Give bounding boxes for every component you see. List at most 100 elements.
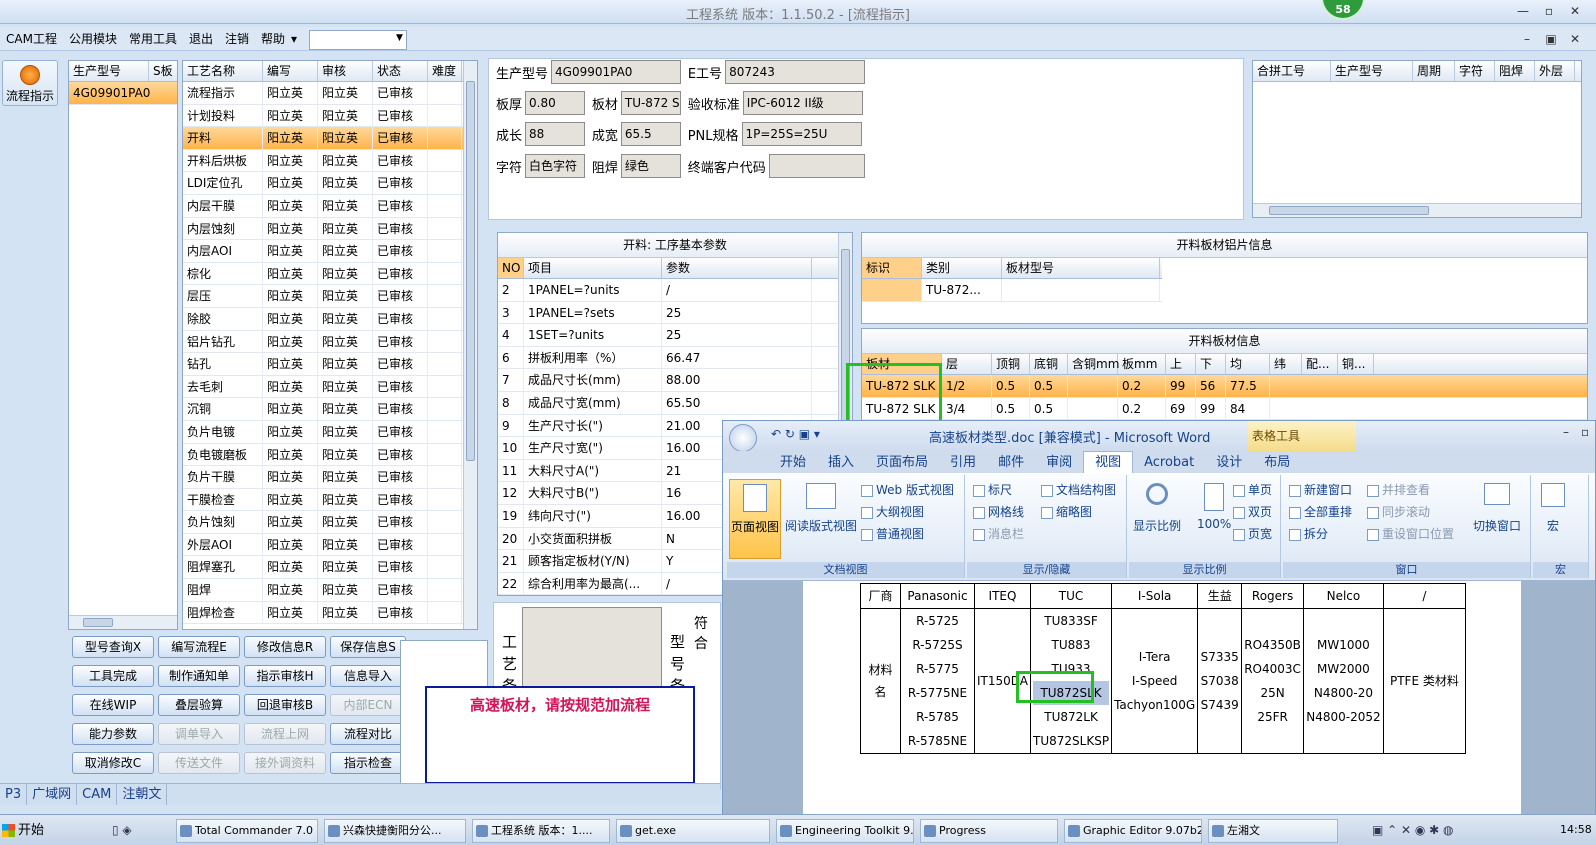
table-row[interactable]: 负片蚀刻 阳立英 阳立英 已审核 xyxy=(183,511,477,534)
board-col-header[interactable]: 底铜 xyxy=(1030,354,1068,374)
draft-button[interactable]: 普通视图 xyxy=(861,525,924,542)
office-button-icon[interactable] xyxy=(729,424,757,452)
table-row[interactable]: 3 1PANEL=?sets 25 xyxy=(498,301,852,325)
maximize-button[interactable]: ▫ xyxy=(1540,3,1558,19)
flow-instruction-button[interactable]: 流程指示 xyxy=(2,60,58,106)
page-width-button[interactable]: 页宽 xyxy=(1233,525,1272,542)
menu-exit[interactable]: 退出 xyxy=(183,27,219,51)
new-window-button[interactable]: 新建窗口 xyxy=(1289,481,1352,498)
board-col-header[interactable]: 含铜mm xyxy=(1068,354,1119,374)
table-row[interactable]: 干膜检查 阳立英 阳立英 已审核 xyxy=(183,488,477,512)
action-button[interactable]: 内部ECN xyxy=(330,694,406,716)
table-row[interactable]: 流程指示 阳立英 阳立英 已审核 xyxy=(183,82,477,105)
board-col-header[interactable]: 上 xyxy=(1166,354,1196,374)
ribbon-tab-5[interactable]: 审阅 xyxy=(1035,452,1083,474)
zoom-button[interactable]: 显示比例 xyxy=(1133,483,1181,534)
scroll-thumb[interactable] xyxy=(1269,206,1429,215)
col-mark[interactable]: 标识 xyxy=(862,258,922,278)
board-col-header[interactable]: 铜... xyxy=(1338,354,1374,374)
action-button[interactable]: 回退审核B xyxy=(244,694,326,716)
outline-button[interactable]: 大纲视图 xyxy=(861,503,924,520)
legend-field[interactable]: 白色字符 xyxy=(525,154,586,178)
table-row[interactable]: 沉铜 阳立英 阳立英 已审核 xyxy=(183,398,477,421)
table-row[interactable]: 铝片钻孔 阳立英 阳立英 已审核 xyxy=(183,330,477,354)
col-model[interactable]: 生产型号 xyxy=(69,61,149,81)
action-button[interactable]: 型号查询X xyxy=(72,636,154,658)
col-merge-cycle[interactable]: 周期 xyxy=(1413,61,1455,81)
close-button[interactable]: ✕ xyxy=(1566,3,1584,19)
web-layout-button[interactable]: Web 版式视图 xyxy=(861,481,954,498)
board-col-header[interactable]: 顶铜 xyxy=(992,354,1030,374)
table-row[interactable]: 开料后烘板 阳立英 阳立英 已审核 xyxy=(183,149,477,173)
quick-access-icons[interactable]: ↶ ↻ ▣ ▾ xyxy=(771,427,820,441)
reading-layout-button[interactable]: 阅读版式视图 xyxy=(785,483,857,534)
print-layout-button[interactable]: 页面视图 xyxy=(729,479,781,559)
col-author[interactable]: 编写 xyxy=(263,61,318,81)
action-button[interactable]: 修改信息R xyxy=(244,636,326,658)
action-button[interactable]: 在线WIP xyxy=(72,694,154,716)
action-button[interactable]: 叠层验算 xyxy=(158,694,240,716)
action-button[interactable]: 编写流程E xyxy=(158,636,240,658)
table-row[interactable]: 6 拼板利用率（%） 66.47 xyxy=(498,346,852,370)
gridlines-checkbox[interactable]: 网格线 xyxy=(973,503,1024,520)
table-row[interactable]: 钻孔 阳立英 阳立英 已审核 xyxy=(183,353,477,376)
action-button[interactable]: 接外调资料 xyxy=(244,752,326,774)
table-row[interactable]: 外层AOI 阳立英 阳立英 已审核 xyxy=(183,533,477,557)
board-col-header[interactable]: 配... xyxy=(1302,354,1338,374)
status-p3[interactable]: P3 xyxy=(0,784,28,805)
action-button[interactable]: 指示审核H xyxy=(244,665,326,687)
task-button[interactable]: get.exe xyxy=(616,819,770,843)
word-minimize-button[interactable]: – xyxy=(1563,425,1569,439)
pnl-field[interactable]: 1P=25S=25U xyxy=(741,122,862,146)
action-button[interactable]: 指示检查 xyxy=(330,752,406,774)
board-col-header[interactable]: 下 xyxy=(1196,354,1226,374)
thumbnails-checkbox[interactable]: 缩略图 xyxy=(1041,503,1092,520)
mdi-close-button[interactable]: ✕ xyxy=(1566,31,1584,47)
process-grid-vscrollbar[interactable] xyxy=(463,61,477,629)
table-row[interactable]: 内层干膜 阳立英 阳立英 已审核 xyxy=(183,194,477,218)
arrange-all-button[interactable]: 全部重排 xyxy=(1289,503,1352,520)
table-row[interactable]: 负片干膜 阳立英 阳立英 已审核 xyxy=(183,466,477,489)
col-board-model[interactable]: 板材型号 xyxy=(1002,258,1160,278)
split-button[interactable]: 拆分 xyxy=(1289,525,1328,542)
solder-mask-field[interactable]: 绿色 xyxy=(620,154,681,178)
action-button[interactable]: 能力参数 xyxy=(72,723,154,745)
ribbon-tab-3[interactable]: 引用 xyxy=(939,452,987,474)
width-field[interactable]: 65.5 xyxy=(620,122,681,146)
two-pages-button[interactable]: 双页 xyxy=(1233,503,1272,520)
table-row[interactable]: 8 成品尺寸宽(mm) 65.50 xyxy=(498,391,852,415)
menu-tools[interactable]: 常用工具 xyxy=(123,27,183,51)
table-row[interactable]: 内层蚀刻 阳立英 阳立英 已审核 xyxy=(183,217,477,241)
table-row[interactable]: LDI定位孔 阳立英 阳立英 已审核 xyxy=(183,172,477,195)
col-merge-mask[interactable]: 阻焊 xyxy=(1495,61,1535,81)
menu-help[interactable]: 帮助 xyxy=(255,27,291,51)
quick-launch-icons[interactable]: ▯ ◈ xyxy=(112,823,166,839)
ribbon-tab-1[interactable]: 插入 xyxy=(817,452,865,474)
sync-scroll-button[interactable]: 同步滚动 xyxy=(1367,503,1430,520)
table-row[interactable]: 2 1PANEL=?units / xyxy=(498,279,852,302)
board-col-header[interactable]: 板mm xyxy=(1118,354,1166,374)
table-row[interactable]: 去毛刺 阳立英 阳立英 已审核 xyxy=(183,375,477,399)
col-merge-legend[interactable]: 字符 xyxy=(1455,61,1495,81)
action-button[interactable]: 取消修改C xyxy=(72,752,154,774)
customer-code-field[interactable] xyxy=(768,154,865,178)
table-row[interactable]: 负电镀磨板 阳立英 阳立英 已审核 xyxy=(183,443,477,467)
mdi-minimize-button[interactable]: – xyxy=(1518,31,1536,47)
action-button[interactable]: 制作通知单 xyxy=(158,665,240,687)
ribbon-tab-7[interactable]: Acrobat xyxy=(1133,452,1205,474)
board-col-header[interactable]: 层 xyxy=(942,354,992,374)
ribbon-tab-4[interactable]: 邮件 xyxy=(987,452,1035,474)
col-s-board[interactable]: S板 xyxy=(149,61,177,81)
switch-window-button[interactable]: 切换窗口 xyxy=(1473,483,1521,534)
table-row[interactable]: 4 1SET=?units 25 xyxy=(498,324,852,347)
menu-common-module[interactable]: 公用模块 xyxy=(63,27,123,51)
col-merge-outer[interactable]: 外层 xyxy=(1535,61,1575,81)
menu-cam[interactable]: CAM工程 xyxy=(0,27,63,51)
col-merge-no[interactable]: 合拼工号 xyxy=(1253,61,1331,81)
col-merge-model[interactable]: 生产型号 xyxy=(1331,61,1413,81)
toolbar-combo[interactable]: ▼ xyxy=(308,29,407,50)
table-row[interactable]: 内层AOI 阳立英 阳立英 已审核 xyxy=(183,240,477,263)
task-button[interactable]: Engineering Toolkit 9.... xyxy=(776,819,914,843)
col-value[interactable]: 参数 xyxy=(662,258,812,278)
action-button[interactable]: 流程上网 xyxy=(244,723,326,745)
